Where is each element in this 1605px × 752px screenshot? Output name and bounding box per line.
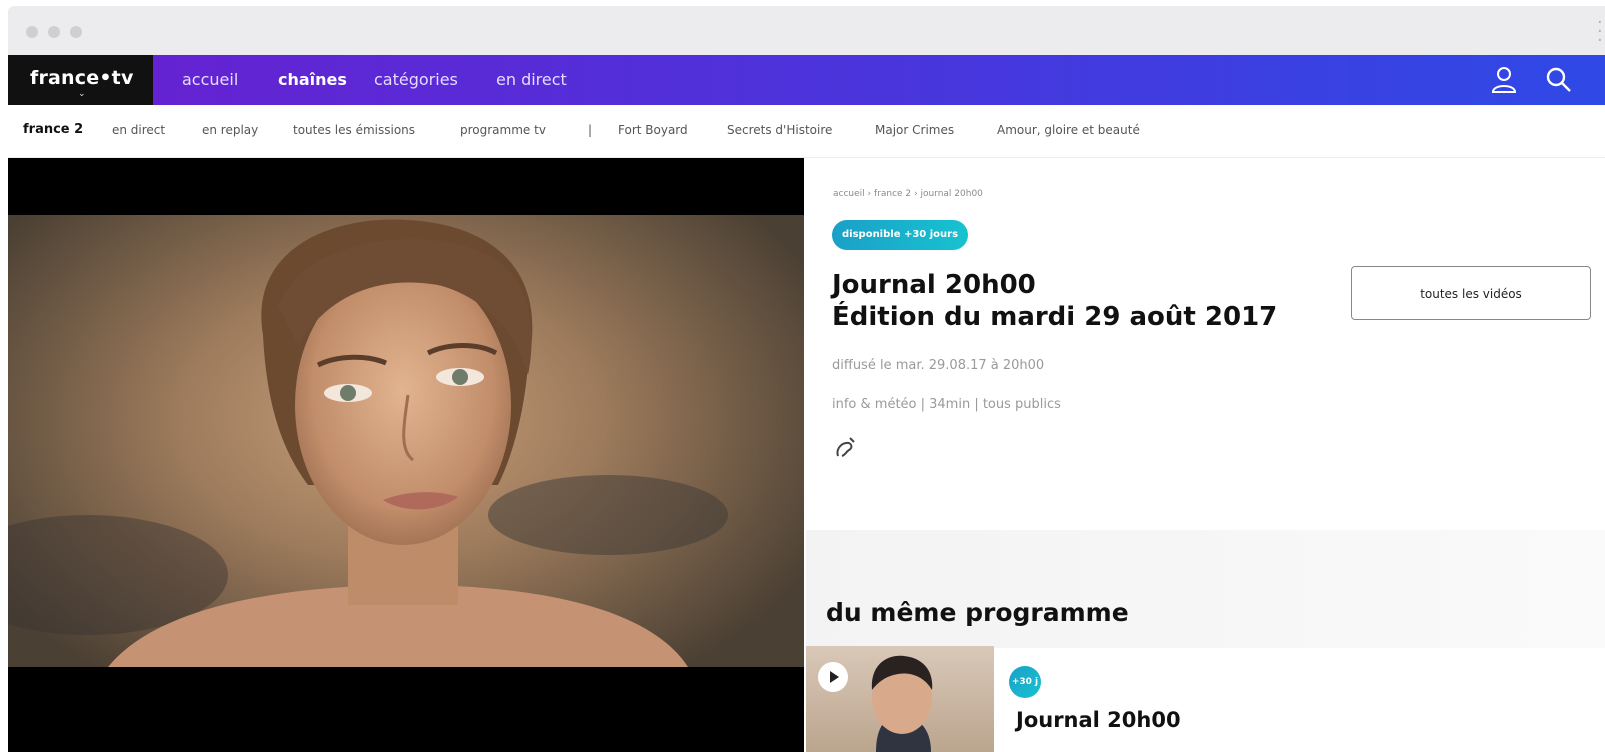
all-videos-button[interactable]: toutes les vidéos (1351, 266, 1591, 320)
top-navigation: france•tv ⌄ accueil chaînes catégories e… (8, 55, 1605, 105)
browser-menu-icon[interactable]: · · · (1597, 14, 1603, 50)
nav-link-chaines[interactable]: chaînes (278, 70, 347, 89)
subnav-toutes-emissions[interactable]: toutes les émissions (293, 123, 415, 137)
subnav-channel[interactable]: france 2 (23, 122, 83, 137)
brand-logo[interactable]: france•tv ⌄ (8, 55, 153, 105)
breadcrumb[interactable]: accueil › france 2 › journal 20h00 (833, 189, 983, 199)
video-player[interactable] (8, 158, 804, 752)
video-frame[interactable] (8, 215, 804, 667)
subnav-show-amour-gloire[interactable]: Amour, gloire et beauté (997, 123, 1140, 137)
subnav-show-fort-boyard[interactable]: Fort Boyard (618, 123, 688, 137)
program-title: Journal 20h00 (832, 270, 1036, 300)
search-icon[interactable] (1544, 65, 1574, 95)
brand-text: france•tv (30, 67, 134, 89)
program-info: info & météo | 34min | tous publics (832, 397, 1061, 412)
channel-subnav: france 2 en direct en replay toutes les … (8, 105, 1605, 158)
nav-link-accueil[interactable]: accueil (182, 70, 238, 89)
browser-chrome: · · · (8, 6, 1605, 55)
subnav-en-replay[interactable]: en replay (202, 123, 258, 137)
subnav-show-secrets-histoire[interactable]: Secrets d'Histoire (727, 123, 832, 137)
video-still-image (8, 219, 728, 667)
related-video-title[interactable]: Journal 20h00 (1016, 708, 1181, 732)
browser-window: · · · france•tv ⌄ accueil chaînes catégori… (8, 6, 1605, 752)
program-subtitle: Édition du mardi 29 août 2017 (832, 302, 1278, 332)
nav-link-en-direct[interactable]: en direct (496, 70, 567, 89)
availability-badge: disponible +30 jours (832, 220, 969, 250)
subnav-separator: | (588, 123, 593, 137)
window-dot[interactable] (26, 26, 38, 38)
subnav-en-direct[interactable]: en direct (112, 123, 165, 137)
related-availability-badge: +30 j (1009, 666, 1041, 698)
subnav-programme-tv[interactable]: programme tv (460, 123, 546, 137)
broadcast-date: diffusé le mar. 29.08.17 à 20h00 (832, 358, 1045, 373)
user-icon[interactable] (1490, 65, 1518, 95)
subnav-show-major-crimes[interactable]: Major Crimes (875, 123, 954, 137)
nav-link-categories[interactable]: catégories (374, 70, 458, 89)
chevron-down-icon: ⌄ (78, 89, 86, 99)
window-dot[interactable] (70, 26, 82, 38)
related-section-header (806, 530, 1605, 648)
related-section-title: du même programme (826, 598, 1129, 627)
audio-description-icon (836, 437, 855, 457)
window-dot[interactable] (48, 26, 60, 38)
related-video-thumbnail[interactable] (806, 646, 994, 752)
play-icon[interactable] (818, 662, 848, 692)
